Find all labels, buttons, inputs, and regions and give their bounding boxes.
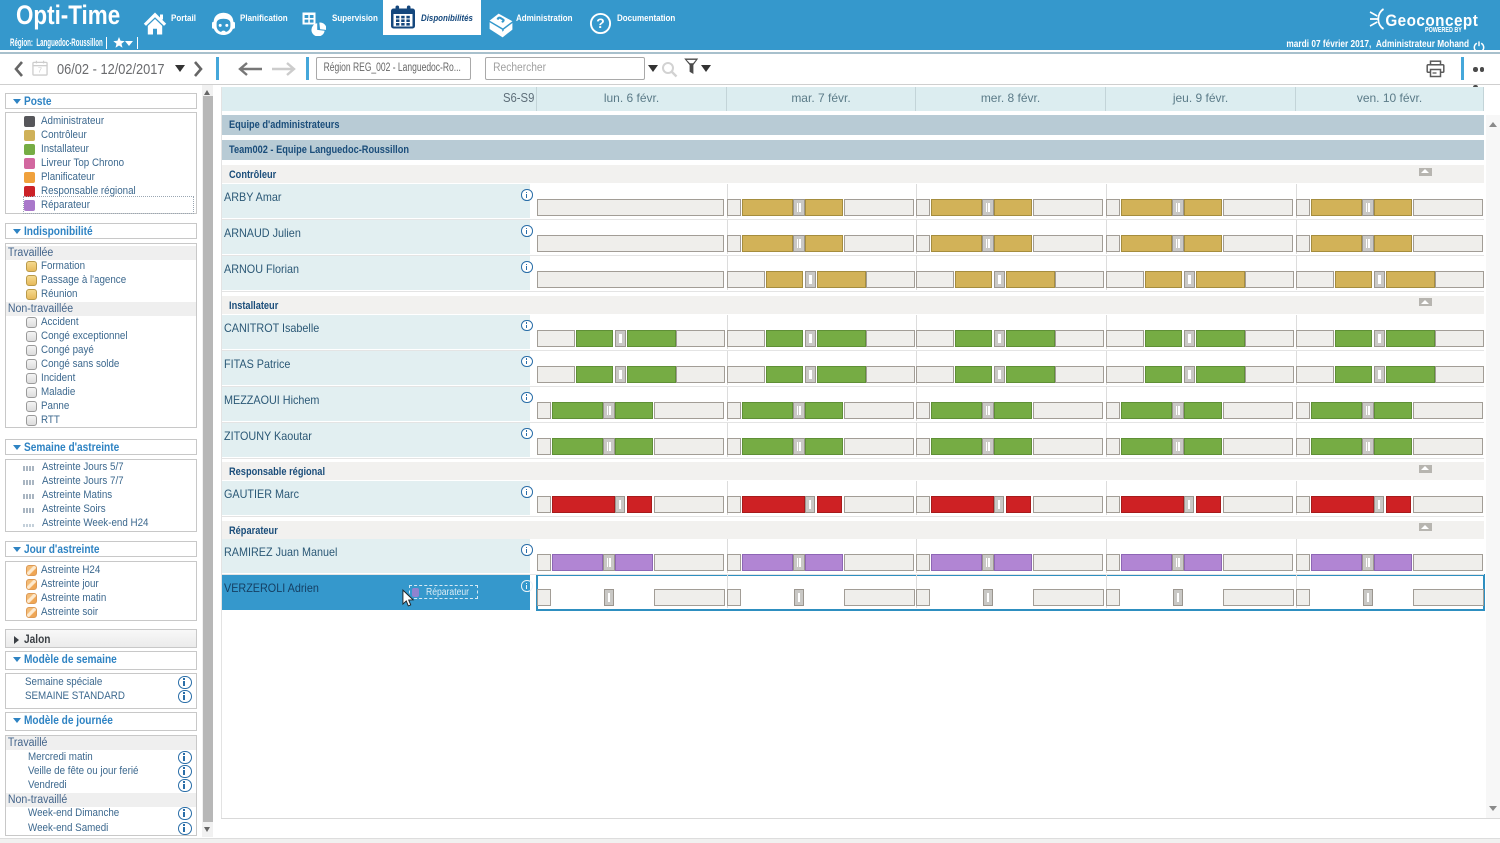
- svg-text:?: ?: [596, 15, 604, 31]
- svg-text:7: 7: [38, 66, 42, 75]
